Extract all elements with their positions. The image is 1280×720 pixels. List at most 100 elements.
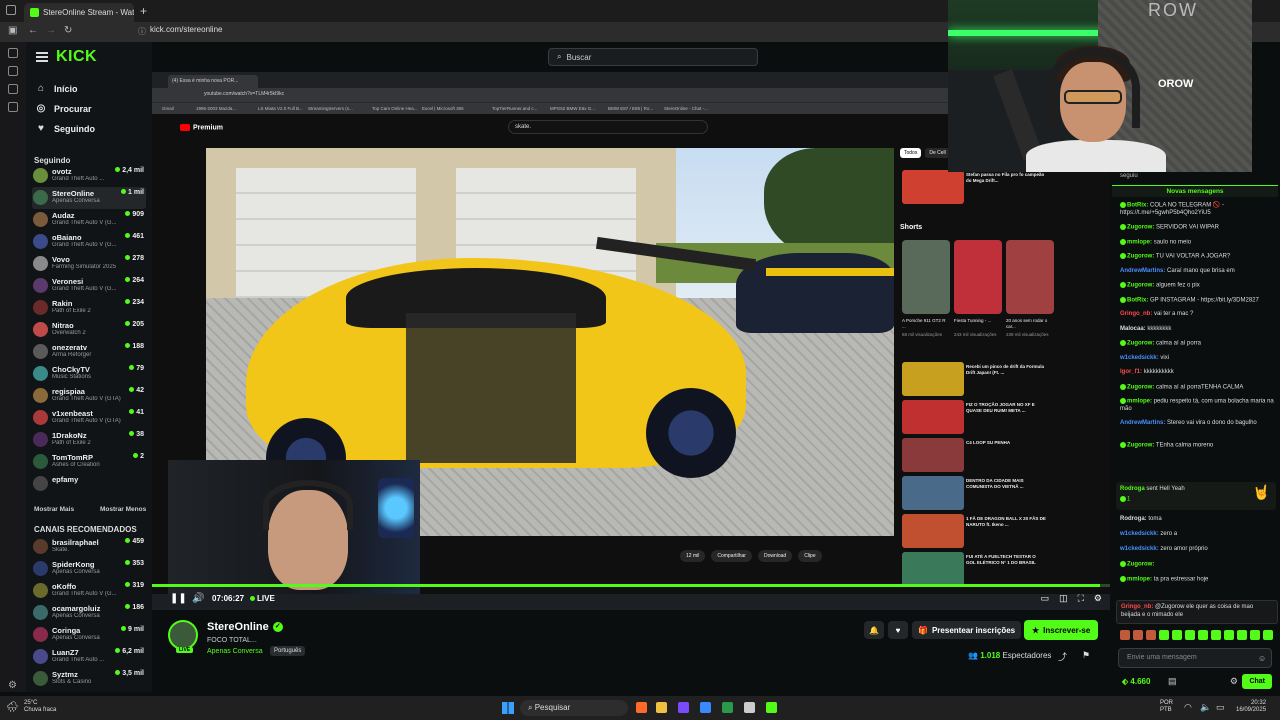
show-less-button[interactable]: Mostrar Menos (100, 506, 146, 513)
channel-item[interactable]: StereOnline Apenas Conversa 1 mil (32, 187, 146, 209)
emote-icon[interactable] (1120, 630, 1130, 640)
channel-points[interactable]: ⬖ 4.660 (1122, 677, 1150, 686)
channel-item[interactable]: 1DrakoNz Path of Exile 2 38 (32, 429, 146, 451)
chat-settings-icon[interactable]: ⚙ (1230, 676, 1238, 687)
emote-icon[interactable] (1211, 630, 1221, 640)
rail-icon-3[interactable] (8, 84, 18, 94)
pip-icon[interactable]: ◫ (1059, 593, 1068, 604)
channel-item[interactable]: oBaiano Grand Theft Auto V (G... 461 (32, 231, 146, 253)
progress-bar[interactable] (152, 584, 1110, 587)
language-indicator[interactable]: POR PTB (1160, 700, 1173, 714)
channel-item[interactable]: TomTomRP Ashes of Creation 2 (32, 451, 146, 473)
channel-item[interactable]: ChoCkyTV Music Stations 79 (32, 363, 146, 385)
nav-following[interactable]: ♥ Seguindo (36, 123, 95, 134)
channel-item[interactable]: oKoffo Grand Theft Auto V (G... 319 (32, 580, 146, 602)
chat-username[interactable]: Zugorow: (1127, 443, 1154, 449)
emote-icon[interactable] (1198, 630, 1208, 640)
channel-item[interactable]: onezeratv Arma Reforger 188 (32, 341, 146, 363)
chat-username[interactable]: Zugorow: (1127, 384, 1154, 390)
browser-tab-active[interactable]: StereOnline Stream - Watch ✕ (24, 3, 134, 22)
celebration-user[interactable]: Rodroga (1120, 486, 1145, 492)
chat-username[interactable]: BotRix: (1127, 297, 1148, 303)
chat-username[interactable]: BotRix: (1127, 203, 1148, 209)
chat-send-button[interactable]: Chat (1242, 674, 1272, 689)
rail-icon-1[interactable] (8, 48, 18, 58)
chat-username[interactable]: w1ckedsickk: (1120, 531, 1159, 537)
tab-actions-icon[interactable] (6, 5, 16, 15)
emote-icon[interactable] (1159, 630, 1169, 640)
nav-browse[interactable]: ◎ Procurar (36, 103, 92, 114)
taskbar-clock[interactable]: 20:32 16/09/2025 (1236, 700, 1266, 714)
chat-username[interactable]: Zugorow: (1127, 254, 1154, 260)
channel-item[interactable]: Audaz Grand Theft Auto V (G... 909 (32, 209, 146, 231)
channel-item[interactable]: Vovo Farming Simulator 2025 278 (32, 253, 146, 275)
channel-avatar[interactable] (168, 620, 198, 650)
channel-item[interactable]: v1xenbeast Grand Theft Auto V (GTA) 41 (32, 407, 146, 429)
emote-icon[interactable] (1133, 630, 1143, 640)
theater-mode-icon[interactable]: ▭ (1041, 593, 1050, 604)
chat-username[interactable]: Zugorow: (1127, 562, 1154, 568)
rail-icon-4[interactable] (8, 102, 18, 112)
fullscreen-icon[interactable]: ⛶ (1078, 593, 1084, 604)
back-icon[interactable]: ← (28, 25, 38, 36)
chat-username[interactable]: AndrewMartins: (1120, 420, 1165, 426)
speaker-icon[interactable]: 🔈 (1200, 702, 1211, 713)
address-bar[interactable]: kick.com/stereonline (150, 25, 222, 34)
channel-item[interactable]: Nitrao Overwatch 2 205 (32, 319, 146, 341)
reload-icon[interactable]: ↻ (64, 25, 72, 36)
chat-username[interactable]: mmlope: (1127, 577, 1152, 583)
channel-item[interactable]: LuanZ7 Grand Theft Auto ... 6,2 mil (32, 646, 146, 668)
rewards-icon[interactable]: ▤ (1168, 676, 1177, 687)
search-input[interactable]: ⌕ Buscar (548, 48, 758, 66)
channel-item[interactable]: brasilraphael Skate. 459 (32, 536, 146, 558)
gift-subs-button[interactable]: 🎁 Presentear inscrições (912, 621, 1022, 639)
chat-username[interactable]: Igor_f1: (1120, 369, 1142, 375)
taskbar-search[interactable]: ⌕ Pesquisar (520, 700, 628, 716)
site-info-icon[interactable]: ⓘ (138, 26, 146, 37)
language-tag[interactable]: Português (270, 646, 306, 656)
channel-item[interactable]: Veronesi Grand Theft Auto V (G... 264 (32, 275, 146, 297)
chat-username[interactable]: AndrewMartins: (1120, 268, 1165, 274)
emote-icon[interactable] (1263, 630, 1273, 640)
channel-item[interactable]: Rakin Path of Exile 2 234 (32, 297, 146, 319)
chat-username[interactable]: Zugorow: (1127, 225, 1154, 231)
sidebar-toggle-icon[interactable]: ▣ (8, 25, 17, 36)
emote-icon[interactable] (1146, 630, 1156, 640)
pause-icon[interactable]: ❚❚ (170, 593, 187, 604)
reply-user[interactable]: Gringo_nb: (1121, 604, 1153, 610)
channel-item[interactable]: SpiderKong Apenas Conversa 353 (32, 558, 146, 580)
app-icon-kick[interactable] (766, 702, 777, 713)
chat-username[interactable]: w1ckedsickk: (1120, 355, 1159, 361)
battery-icon[interactable]: ▭ (1216, 702, 1225, 713)
emote-icon[interactable] (1224, 630, 1234, 640)
channel-item[interactable]: Coringa Apenas Conversa 9 mil (32, 624, 146, 646)
emote-icon[interactable] (1237, 630, 1247, 640)
hamburger-menu-icon[interactable] (36, 52, 48, 62)
new-tab-icon[interactable]: + (140, 4, 147, 18)
show-more-button[interactable]: Mostrar Mais (34, 506, 74, 513)
channel-item[interactable]: ovotz Grand Theft Auto ... 2,4 mil (32, 165, 146, 187)
app-icon-purple[interactable] (678, 702, 689, 713)
nav-home[interactable]: ⌂ Início (36, 83, 78, 94)
notification-bell-button[interactable]: 🔔 (864, 621, 884, 639)
chat-username[interactable]: mmlope: (1127, 239, 1152, 245)
settings-gear-icon[interactable]: ⚙ (8, 680, 17, 691)
emote-icon[interactable] (1250, 630, 1260, 640)
subscribe-button[interactable]: ★ Inscrever-se (1024, 620, 1099, 640)
weather-widget[interactable]: 25°C Chuva fraca (24, 700, 56, 714)
chat-username[interactable]: w1ckedsickk: (1120, 546, 1159, 552)
app-icon-green[interactable] (722, 702, 733, 713)
kick-logo[interactable]: KICK (56, 48, 97, 66)
channel-item[interactable]: ocamargoluiz Apenas Conversa 186 (32, 602, 146, 624)
volume-icon[interactable]: 🔊 (192, 593, 204, 604)
share-icon[interactable]: ⤴ (1058, 650, 1067, 663)
report-flag-icon[interactable]: ⚑ (1082, 650, 1090, 661)
chat-message-input[interactable]: Envie uma mensagem (1118, 648, 1272, 668)
windows-start-icon[interactable] (502, 702, 514, 714)
chat-username[interactable]: Gringo_nb: (1120, 311, 1152, 317)
forward-icon[interactable]: → (46, 25, 56, 36)
channel-item[interactable]: Syztmz Slots & Casino 3,5 mil (32, 668, 146, 690)
chat-username[interactable]: Malocaa: (1120, 326, 1146, 332)
channel-name[interactable]: StereOnline ✓ (207, 621, 283, 633)
app-icon-blue[interactable] (700, 702, 711, 713)
